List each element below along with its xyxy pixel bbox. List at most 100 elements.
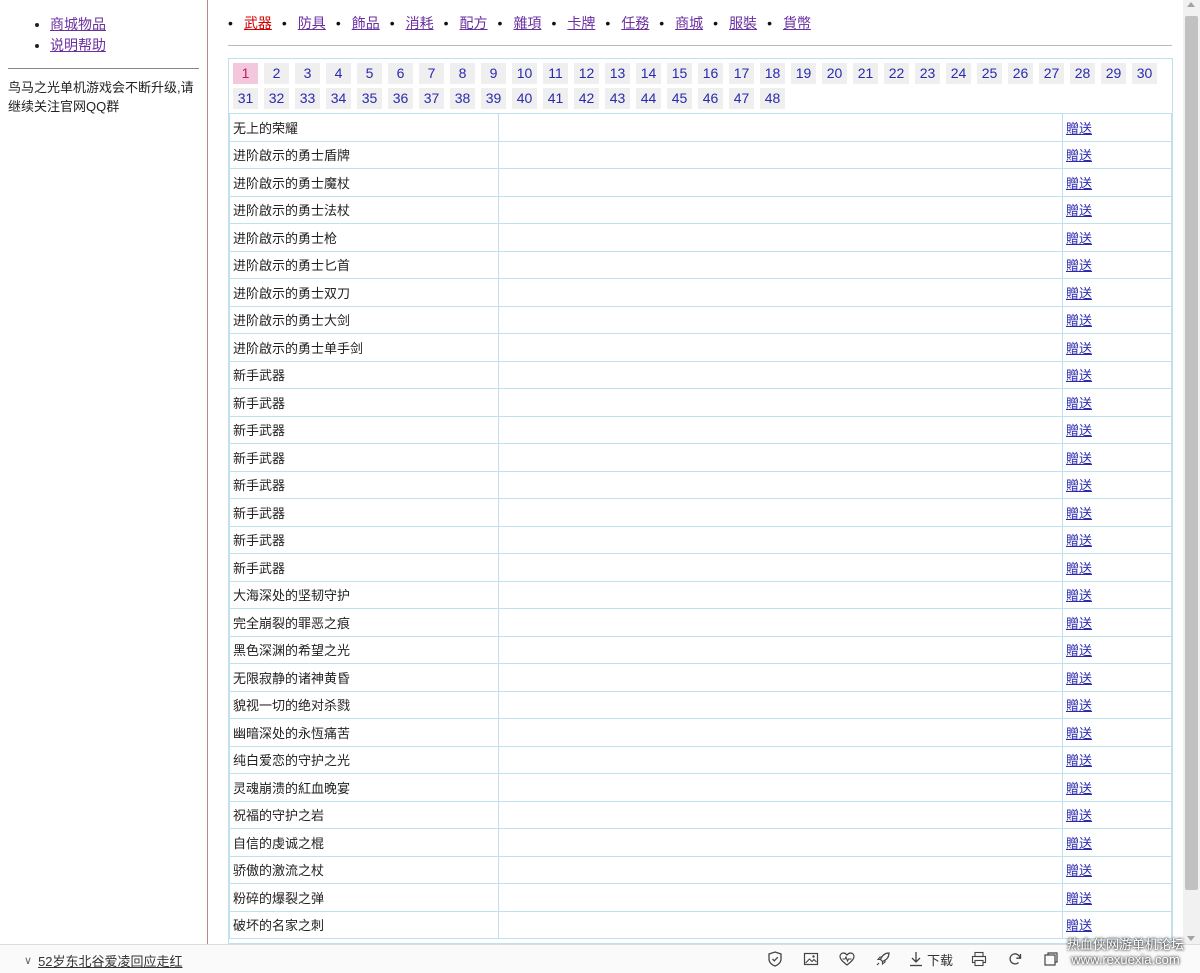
page-link[interactable]: 29 <box>1101 63 1126 84</box>
page-link[interactable]: 37 <box>419 88 444 109</box>
gift-link[interactable]: 贈送 <box>1066 396 1092 411</box>
category-tab[interactable]: 飾品 <box>352 12 380 34</box>
gift-link[interactable]: 贈送 <box>1066 478 1092 493</box>
page-link[interactable]: 8 <box>450 63 475 84</box>
category-tab[interactable]: 任務 <box>621 12 649 34</box>
page-link[interactable]: 3 <box>295 63 320 84</box>
category-tab[interactable]: 卡牌 <box>567 12 595 34</box>
gift-link[interactable]: 贈送 <box>1066 506 1092 521</box>
gift-link[interactable]: 贈送 <box>1066 753 1092 768</box>
page-link[interactable]: 38 <box>450 88 475 109</box>
refresh-icon[interactable] <box>1005 949 1025 969</box>
gift-link[interactable]: 贈送 <box>1066 781 1092 796</box>
download-button[interactable]: 下载 <box>909 950 953 969</box>
gift-link[interactable]: 贈送 <box>1066 258 1092 273</box>
print-icon[interactable] <box>969 949 989 969</box>
page-link[interactable]: 2 <box>264 63 289 84</box>
health-heart-icon[interactable] <box>837 949 857 969</box>
category-tab[interactable]: 服裝 <box>729 12 757 34</box>
gift-link[interactable]: 贈送 <box>1066 891 1092 906</box>
page-link[interactable]: 48 <box>760 88 785 109</box>
gift-link[interactable]: 贈送 <box>1066 313 1092 328</box>
page-link[interactable]: 46 <box>698 88 723 109</box>
page-link[interactable]: 16 <box>698 63 723 84</box>
page-link[interactable]: 13 <box>605 63 630 84</box>
page-link[interactable]: 6 <box>388 63 413 84</box>
gift-link[interactable]: 贈送 <box>1066 561 1092 576</box>
gift-link[interactable]: 贈送 <box>1066 671 1092 686</box>
category-tab[interactable]: 配方 <box>460 12 488 34</box>
gift-link[interactable]: 贈送 <box>1066 121 1092 136</box>
page-link[interactable]: 35 <box>357 88 382 109</box>
scroll-down-arrow-icon[interactable] <box>1187 936 1195 941</box>
page-link[interactable]: 4 <box>326 63 351 84</box>
page-link[interactable]: 11 <box>543 63 568 84</box>
chevron-down-icon[interactable]: ∨ <box>24 954 32 967</box>
shield-icon[interactable] <box>765 949 785 969</box>
image-icon[interactable] <box>801 949 821 969</box>
page-link[interactable]: 21 <box>853 63 878 84</box>
category-tab[interactable]: 商城 <box>675 12 703 34</box>
category-tab[interactable]: 消耗 <box>406 12 434 34</box>
page-link[interactable]: 43 <box>605 88 630 109</box>
scroll-up-arrow-icon[interactable] <box>1187 2 1195 7</box>
page-scrollbar[interactable] <box>1183 0 1200 944</box>
gift-link[interactable]: 贈送 <box>1066 643 1092 658</box>
sidebar-link-help[interactable]: 说明帮助 <box>50 37 106 53</box>
page-link[interactable]: 25 <box>977 63 1002 84</box>
page-link[interactable]: 44 <box>636 88 661 109</box>
page-link[interactable]: 36 <box>388 88 413 109</box>
page-link[interactable]: 42 <box>574 88 599 109</box>
page-link[interactable]: 24 <box>946 63 971 84</box>
sidebar-link-shop[interactable]: 商城物品 <box>50 16 106 32</box>
page-link[interactable]: 40 <box>512 88 537 109</box>
page-link[interactable]: 32 <box>264 88 289 109</box>
page-link[interactable]: 7 <box>419 63 444 84</box>
category-tab[interactable]: 防具 <box>298 12 326 34</box>
page-link[interactable]: 41 <box>543 88 568 109</box>
gift-link[interactable]: 贈送 <box>1066 808 1092 823</box>
page-link[interactable]: 19 <box>791 63 816 84</box>
gift-link[interactable]: 贈送 <box>1066 368 1092 383</box>
page-link[interactable]: 30 <box>1132 63 1157 84</box>
gift-link[interactable]: 贈送 <box>1066 286 1092 301</box>
page-link[interactable]: 23 <box>915 63 940 84</box>
page-link[interactable]: 26 <box>1008 63 1033 84</box>
page-link[interactable]: 18 <box>760 63 785 84</box>
page-link[interactable]: 15 <box>667 63 692 84</box>
page-link[interactable]: 14 <box>636 63 661 84</box>
page-link[interactable]: 12 <box>574 63 599 84</box>
gift-link[interactable]: 贈送 <box>1066 176 1092 191</box>
gift-link[interactable]: 贈送 <box>1066 836 1092 851</box>
category-tab[interactable]: 貨幣 <box>783 12 811 34</box>
page-link[interactable]: 31 <box>233 88 258 109</box>
gift-link[interactable]: 贈送 <box>1066 533 1092 548</box>
page-link[interactable]: 22 <box>884 63 909 84</box>
page-link[interactable]: 9 <box>481 63 506 84</box>
page-link[interactable]: 28 <box>1070 63 1095 84</box>
category-tab[interactable]: 雜項 <box>513 12 541 34</box>
category-tab[interactable]: 武器 <box>244 12 272 34</box>
scroll-thumb[interactable] <box>1185 16 1198 890</box>
page-link[interactable]: 39 <box>481 88 506 109</box>
window-restore-icon[interactable] <box>1041 949 1061 969</box>
gift-link[interactable]: 贈送 <box>1066 231 1092 246</box>
page-link[interactable]: 47 <box>729 88 754 109</box>
page-link[interactable]: 1 <box>233 63 258 84</box>
page-link[interactable]: 45 <box>667 88 692 109</box>
gift-link[interactable]: 贈送 <box>1066 203 1092 218</box>
page-link[interactable]: 27 <box>1039 63 1064 84</box>
page-link[interactable]: 34 <box>326 88 351 109</box>
gift-link[interactable]: 贈送 <box>1066 451 1092 466</box>
page-link[interactable]: 5 <box>357 63 382 84</box>
gift-link[interactable]: 贈送 <box>1066 616 1092 631</box>
gift-link[interactable]: 贈送 <box>1066 863 1092 878</box>
gift-link[interactable]: 贈送 <box>1066 148 1092 163</box>
gift-link[interactable]: 贈送 <box>1066 423 1092 438</box>
gift-link[interactable]: 贈送 <box>1066 341 1092 356</box>
page-link[interactable]: 17 <box>729 63 754 84</box>
news-link[interactable]: 52岁东北谷爱凌回应走红 <box>38 951 182 970</box>
page-link[interactable]: 20 <box>822 63 847 84</box>
gift-link[interactable]: 贈送 <box>1066 918 1092 933</box>
page-link[interactable]: 10 <box>512 63 537 84</box>
